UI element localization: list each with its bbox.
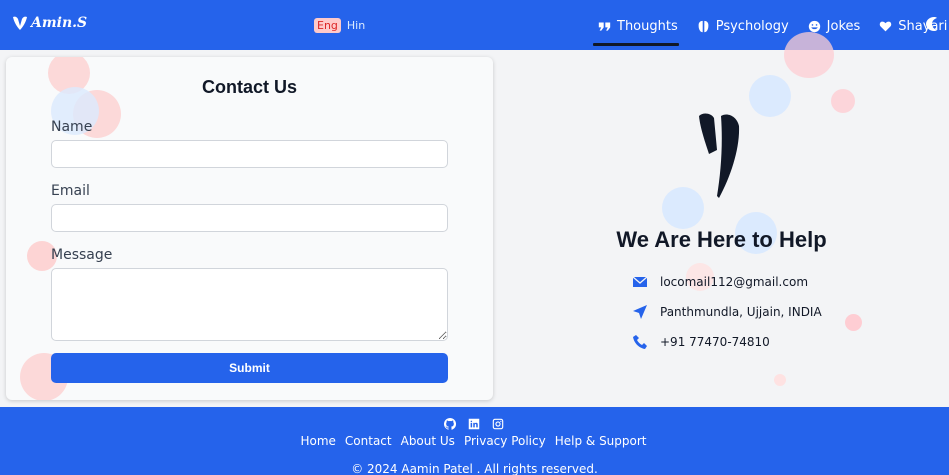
location-arrow-icon — [633, 305, 647, 319]
decor-bubble — [749, 75, 791, 117]
brain-icon — [698, 20, 709, 32]
moon-icon — [926, 17, 937, 31]
heart-icon — [880, 21, 892, 31]
name-label: Name — [51, 119, 93, 135]
name-input[interactable] — [51, 140, 448, 168]
message-textarea[interactable] — [51, 268, 448, 341]
decor-bubble — [831, 89, 855, 113]
decor-bubble — [784, 32, 834, 78]
submit-button[interactable]: Submit — [51, 353, 448, 383]
address-info: Panthmundla, Ujjain, INDIA — [632, 304, 822, 320]
github-icon[interactable] — [444, 418, 456, 430]
envelope-icon — [632, 276, 648, 287]
email-text: locomail112@gmail.com — [660, 275, 809, 289]
lang-eng-option[interactable]: Eng — [314, 18, 341, 33]
footer: Home Contact About Us Privacy Policy Hel… — [0, 407, 949, 475]
nav-shayari-label: Shayari — [898, 18, 948, 34]
nav-psychology-label: Psychology — [715, 18, 789, 34]
decor-bubble — [774, 374, 786, 386]
footer-link-home[interactable]: Home — [300, 434, 335, 448]
nav-thoughts-label: Thoughts — [617, 18, 678, 34]
help-title: We Are Here to Help — [616, 227, 827, 252]
footer-link-privacy[interactable]: Privacy Policy — [464, 434, 546, 448]
main-nav: Thoughts Psychology Jokes Shayari — [593, 15, 949, 46]
nav-thoughts[interactable]: Thoughts — [593, 15, 679, 46]
phone-icon — [633, 335, 647, 349]
smile-icon — [808, 20, 820, 32]
footer-links: Home Contact About Us Privacy Policy Hel… — [0, 434, 949, 448]
brand-v-icon — [13, 16, 27, 30]
phone-text: +91 77470-74810 — [660, 335, 770, 349]
linkedin-icon[interactable] — [468, 418, 480, 430]
footer-link-contact[interactable]: Contact — [345, 434, 392, 448]
address-text: Panthmundla, Ujjain, INDIA — [660, 305, 822, 319]
footer-link-help[interactable]: Help & Support — [555, 434, 647, 448]
theme-toggle[interactable] — [924, 16, 938, 36]
lang-hin-option[interactable]: Hin — [345, 18, 367, 33]
message-label: Message — [51, 247, 113, 263]
social-links — [444, 418, 504, 430]
brand-logo[interactable]: Amin.S — [12, 15, 87, 31]
contact-title: Contact Us — [201, 77, 297, 97]
brand-name: Amin.S — [31, 15, 88, 31]
nav-psychology[interactable]: Psychology — [697, 15, 789, 37]
decor-bubble — [845, 314, 862, 331]
footer-link-about[interactable]: About Us — [401, 434, 455, 448]
email-info: locomail112@gmail.com — [632, 274, 808, 290]
email-input[interactable] — [51, 204, 448, 232]
copyright-text: © 2024 Aamin Patel . All rights reserved… — [351, 462, 598, 475]
contact-form-card: Contact Us Name Email Message Submit — [6, 57, 493, 400]
phone-info: +91 77470-74810 — [632, 334, 770, 350]
language-switch: Eng Hin — [314, 18, 367, 33]
quote-icon — [598, 21, 611, 31]
instagram-icon[interactable] — [492, 418, 504, 430]
nav-jokes-label: Jokes — [826, 18, 861, 34]
brand-logo-large — [699, 113, 740, 198]
email-label: Email — [51, 183, 90, 199]
